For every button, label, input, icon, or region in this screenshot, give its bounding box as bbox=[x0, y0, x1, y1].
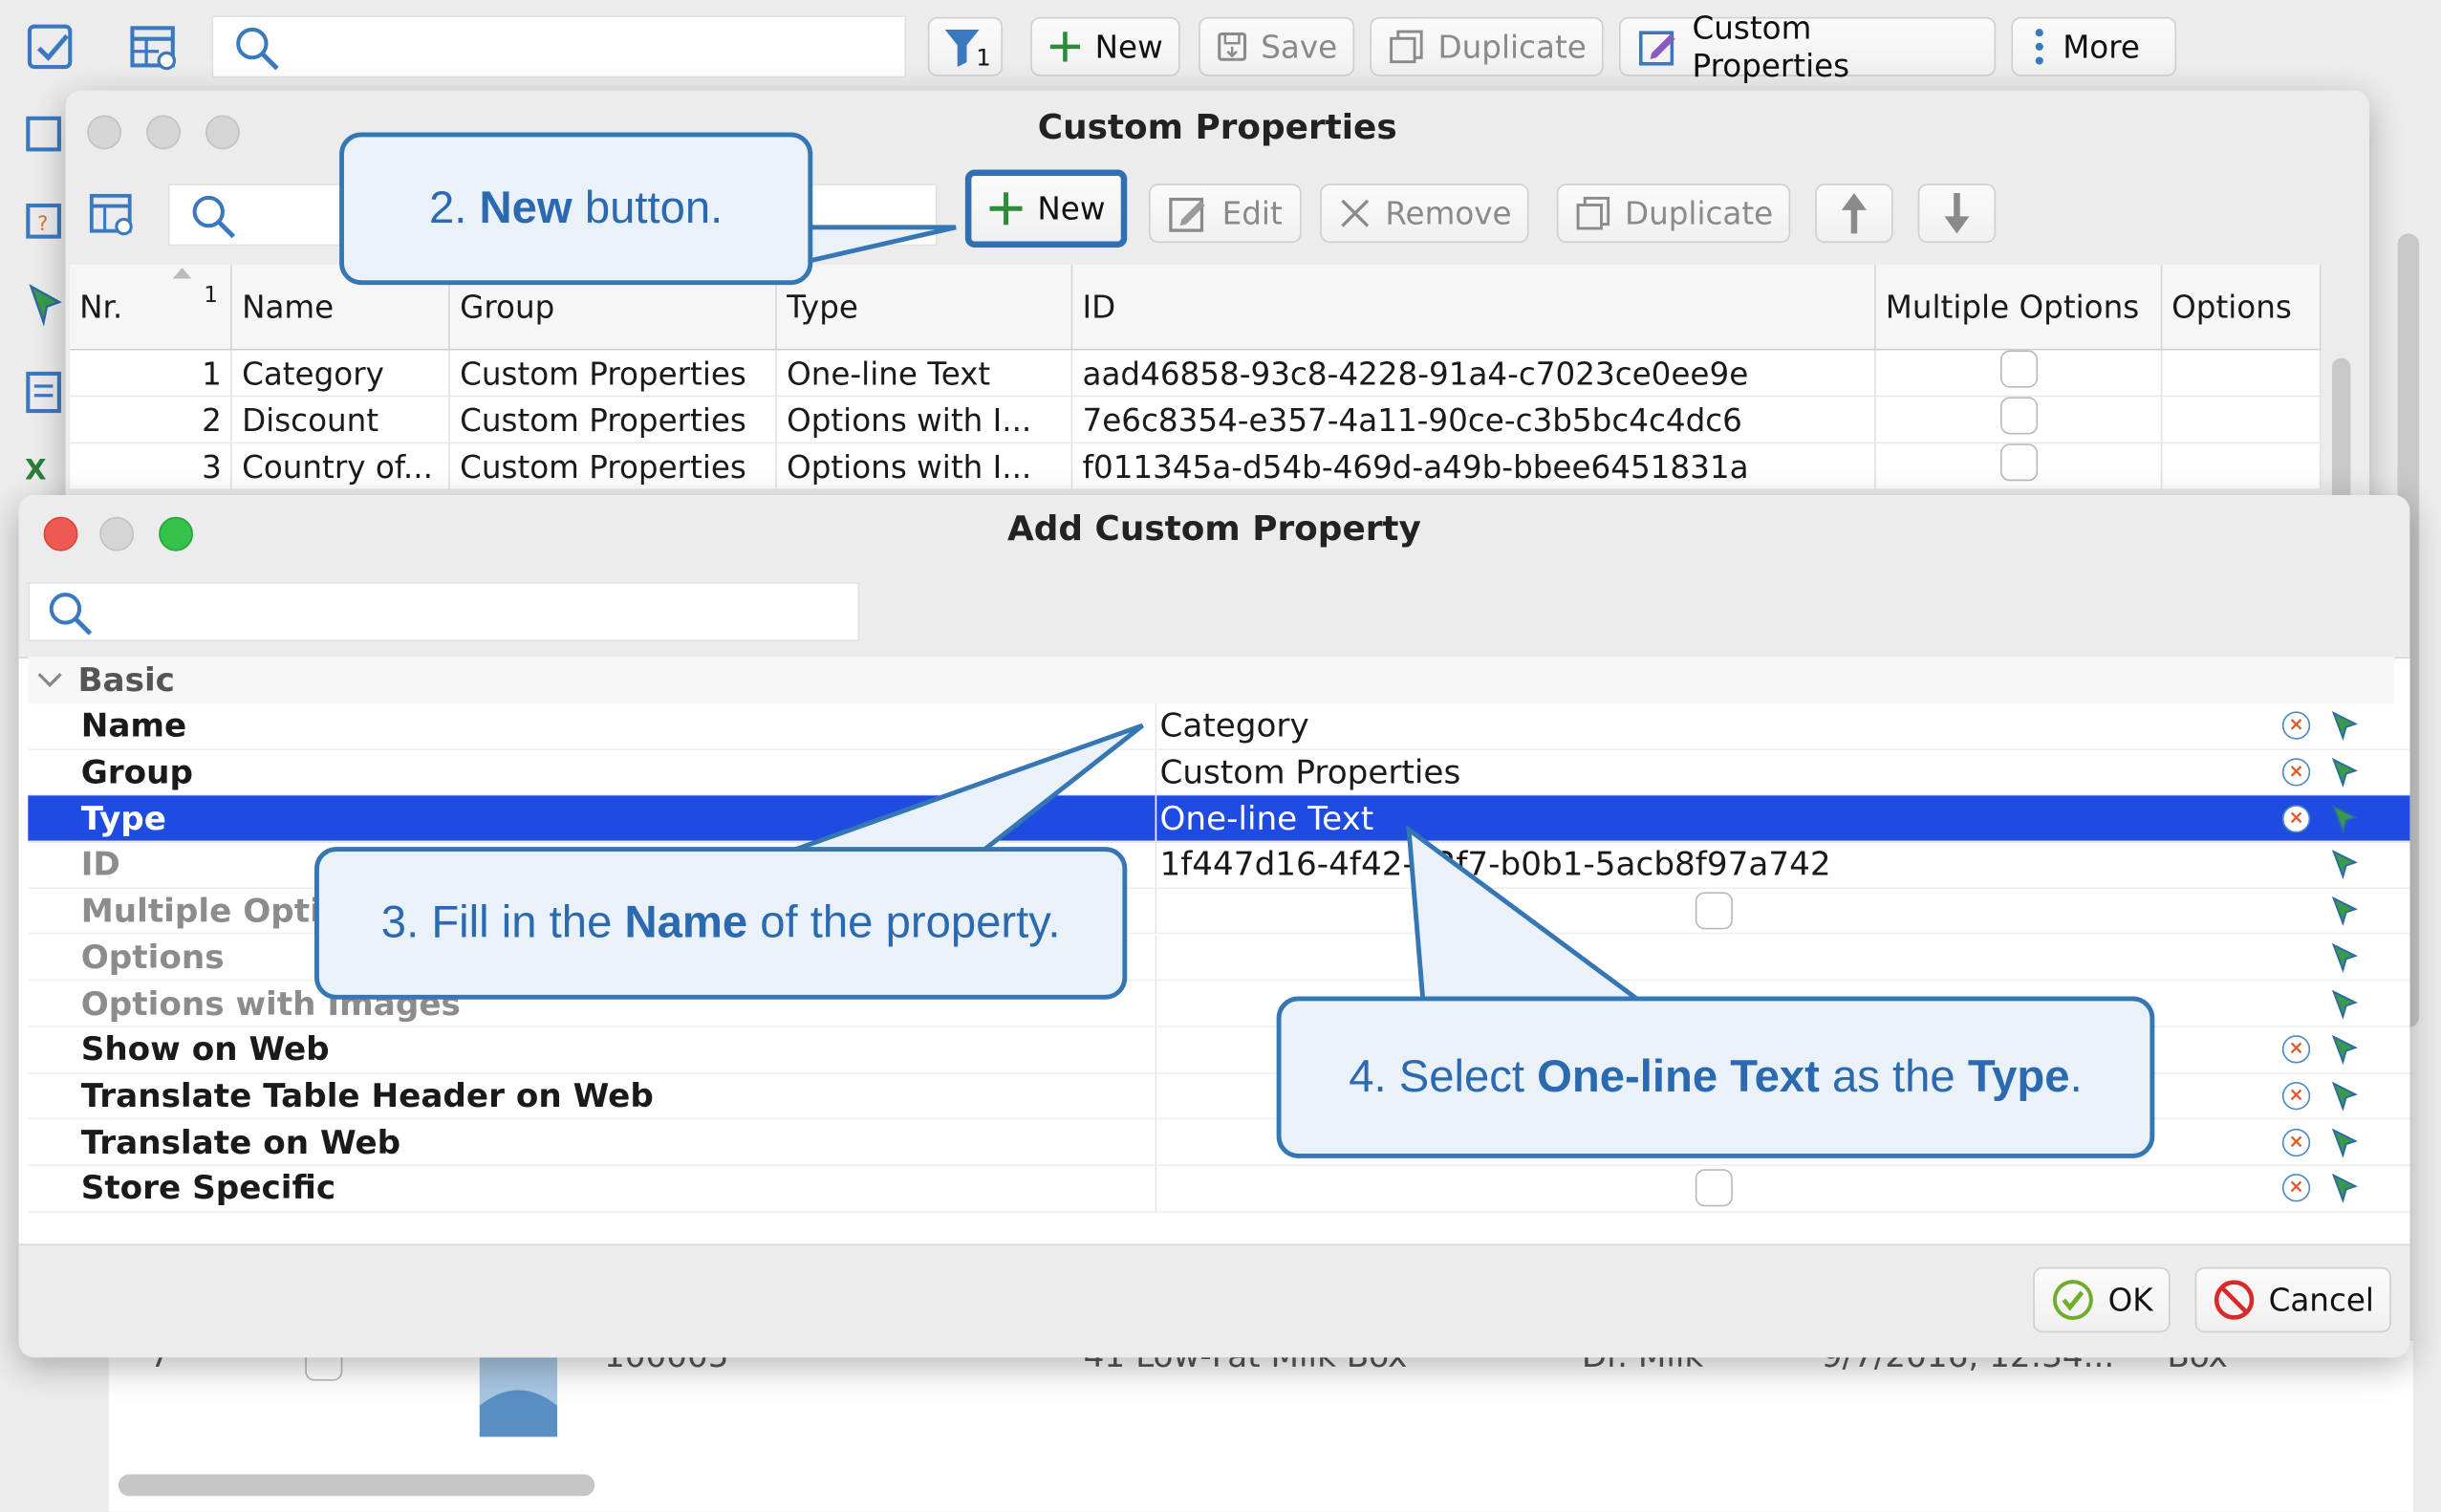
callout-step2: 2. New button. bbox=[339, 132, 813, 286]
callout-text-bold: One-line Text bbox=[1537, 1051, 1820, 1102]
screen: 1 New Save Duplicate Custom Properties M… bbox=[0, 0, 2441, 1512]
callout-step4-text: 4. Select One-line Text as the Type. bbox=[1349, 1051, 2083, 1103]
callout-text-part: 2. bbox=[429, 183, 480, 233]
callout-step4: 4. Select One-line Text as the Type. bbox=[1276, 996, 2155, 1158]
callout-step3-text: 3. Fill in the Name of the property. bbox=[381, 897, 1061, 949]
callout-text-bold: Type bbox=[1967, 1051, 2070, 1102]
callout-text-part: 3. Fill in the bbox=[380, 897, 625, 948]
callout-2-pointer bbox=[804, 225, 957, 265]
callout-text-part: button. bbox=[572, 183, 724, 233]
callout-text-part: . bbox=[2069, 1051, 2083, 1102]
callout-text-bold: New bbox=[479, 183, 572, 233]
callout-text-part: of the property. bbox=[747, 897, 1061, 948]
callout-text-part: as the bbox=[1819, 1051, 1968, 1102]
callout-step2-text: 2. New button. bbox=[429, 183, 723, 234]
callout-4-pointer bbox=[1406, 824, 1645, 1003]
callout-3-pointer bbox=[792, 723, 1145, 853]
callout-step3: 3. Fill in the Name of the property. bbox=[314, 847, 1128, 1000]
callout-text-bold: Name bbox=[624, 897, 748, 948]
callout-text-part: 4. Select bbox=[1349, 1051, 1538, 1102]
